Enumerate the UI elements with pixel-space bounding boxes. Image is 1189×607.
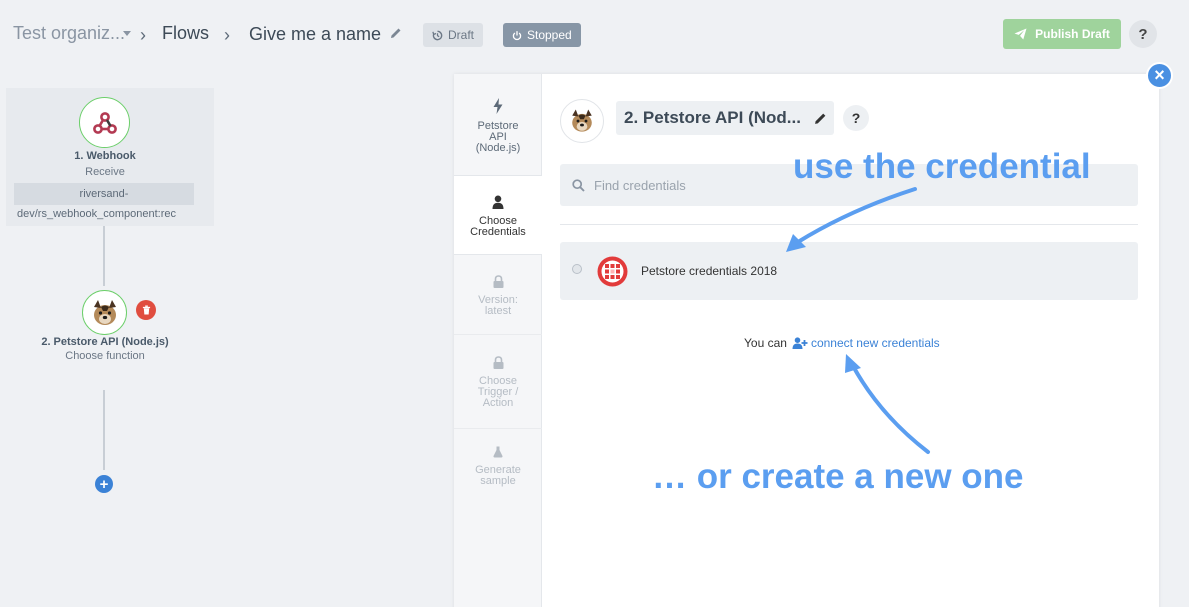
- close-panel-button[interactable]: ×: [1146, 62, 1173, 89]
- breadcrumb-flows[interactable]: Flows: [162, 23, 209, 44]
- lock-icon: [493, 356, 503, 369]
- publish-draft-button[interactable]: Publish Draft: [1003, 19, 1121, 49]
- organization-selector[interactable]: Test organiz...: [13, 23, 125, 44]
- lock-icon: [493, 275, 503, 288]
- webhook-node-title: 1. Webhook: [74, 150, 136, 162]
- user-plus-icon[interactable]: [792, 337, 808, 349]
- wizard-step-label: (Node.js): [475, 142, 521, 154]
- credential-radio[interactable]: [572, 264, 582, 274]
- divider: [560, 224, 1138, 225]
- trash-icon: [142, 305, 150, 315]
- user-icon: [492, 195, 504, 209]
- publish-draft-label: Publish Draft: [1035, 27, 1110, 41]
- flow-connector: [103, 390, 105, 470]
- connect-credentials-line: You can connect new credentials: [744, 336, 940, 350]
- webhook-node-subtitle: Receive: [85, 166, 125, 178]
- wizard-step-credentials[interactable]: Choose Credentials: [454, 175, 542, 255]
- petstore-node-title: 2. Petstore API (Node.js): [41, 336, 169, 348]
- paper-plane-icon: [1014, 28, 1027, 40]
- bolt-icon: [493, 98, 503, 114]
- stopped-badge[interactable]: Stopped: [503, 23, 581, 47]
- component-help-button[interactable]: ?: [843, 105, 869, 131]
- draft-badge[interactable]: Draft: [423, 23, 484, 47]
- help-button[interactable]: ?: [1129, 20, 1157, 48]
- flow-name[interactable]: Give me a name: [249, 24, 381, 45]
- history-icon: [432, 30, 443, 40]
- step-wizard-sidebar: Petstore API (Node.js) Choose Credential…: [454, 74, 542, 607]
- credential-list-item[interactable]: Petstore credentials 2018: [560, 242, 1138, 300]
- wizard-step-label: Credentials: [470, 226, 526, 238]
- wizard-step-label: Action: [482, 397, 514, 409]
- component-title-field[interactable]: 2. Petstore API (Nod...: [616, 101, 834, 135]
- power-icon: [512, 30, 522, 40]
- component-title: 2. Petstore API (Nod...: [624, 108, 801, 127]
- breadcrumb-chevron-icon: ›: [140, 25, 146, 45]
- wizard-step-trigger-action: Choose Trigger / Action: [454, 356, 542, 409]
- webhook-component-path: riversand-: [14, 183, 194, 205]
- credential-logo-icon: [597, 256, 628, 287]
- wizard-step-version: Version: latest: [454, 275, 542, 317]
- wizard-step-component[interactable]: Petstore API (Node.js): [454, 98, 542, 154]
- connect-prefix: You can: [744, 336, 787, 350]
- annotation-create-new: … or create a new one: [652, 457, 1024, 496]
- search-icon: [572, 178, 585, 192]
- connect-new-credentials-link[interactable]: connect new credentials: [811, 336, 940, 350]
- pencil-icon[interactable]: [814, 112, 827, 125]
- wizard-step-label: sample: [480, 475, 516, 487]
- add-step-button[interactable]: +: [95, 475, 113, 493]
- wizard-separator: [454, 334, 542, 335]
- delete-step-button[interactable]: [136, 300, 156, 320]
- petstore-node-subtitle: Choose function: [65, 350, 145, 362]
- webhook-icon: [92, 111, 117, 134]
- wizard-separator: [454, 428, 542, 429]
- dog-avatar-icon: [93, 299, 116, 325]
- component-avatar: [560, 99, 604, 143]
- wizard-step-generate-sample: Generate sample: [454, 446, 542, 487]
- stopped-badge-label: Stopped: [527, 28, 572, 42]
- dog-avatar-icon: [572, 109, 592, 132]
- webhook-node[interactable]: [79, 97, 130, 148]
- flow-connector: [103, 226, 105, 286]
- flask-icon: [493, 446, 503, 458]
- petstore-node[interactable]: [82, 290, 127, 335]
- credential-name: Petstore credentials 2018: [641, 264, 778, 278]
- webhook-component-path-cont: dev/rs_webhook_component:rec: [17, 208, 176, 220]
- pencil-icon[interactable]: [390, 27, 402, 39]
- caret-down-icon[interactable]: [123, 31, 131, 36]
- draft-badge-label: Draft: [448, 28, 475, 42]
- wizard-step-label: latest: [484, 305, 512, 317]
- annotation-use-credential: use the credential: [793, 147, 1091, 186]
- breadcrumb-chevron-icon: ›: [224, 25, 230, 45]
